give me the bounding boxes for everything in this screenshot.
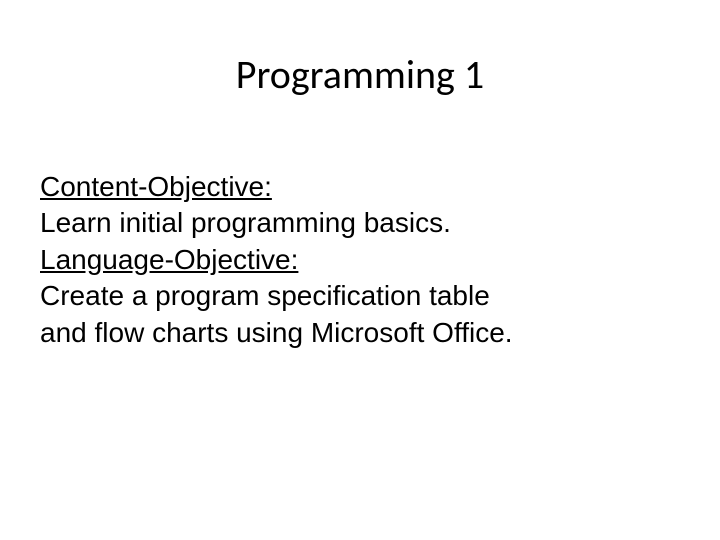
slide-content: Content-Objective: Learn initial program… (40, 169, 680, 351)
language-objective-text-line2: and flow charts using Microsoft Office. (40, 315, 680, 351)
language-objective-text-line1: Create a program specification table (40, 278, 680, 314)
language-objective-label: Language-Objective: (40, 242, 680, 278)
content-objective-label: Content-Objective: (40, 169, 680, 205)
slide: Programming 1 Content-Objective: Learn i… (0, 0, 720, 540)
content-objective-text: Learn initial programming basics. (40, 205, 680, 241)
slide-title: Programming 1 (40, 50, 680, 99)
